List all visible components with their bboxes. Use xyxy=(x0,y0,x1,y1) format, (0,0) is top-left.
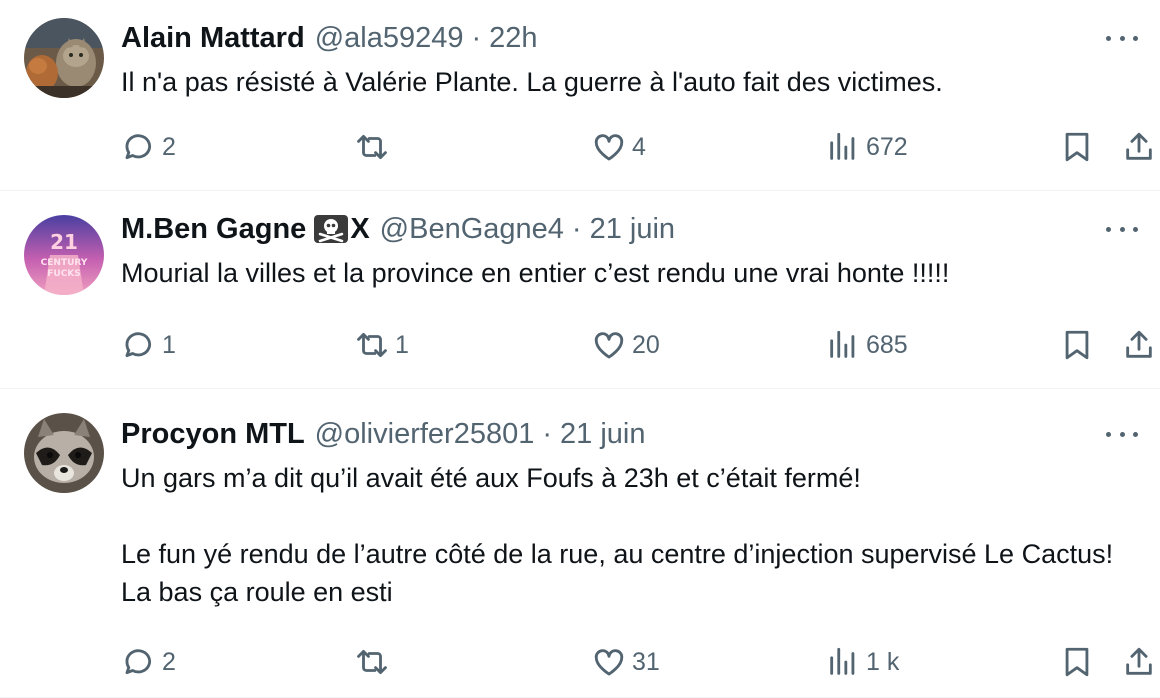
more-options-icon[interactable] xyxy=(1106,28,1138,48)
tweet[interactable]: Alain Mattard @ala59249 · 22h Il n'a pas… xyxy=(0,0,1160,191)
display-name[interactable]: Alain Mattard xyxy=(121,22,305,55)
tweet[interactable]: Procyon MTL @olivierfer25801 · 21 juin U… xyxy=(0,389,1160,698)
share-icon xyxy=(1126,647,1152,675)
svg-text:FUCKS: FUCKS xyxy=(47,269,81,279)
display-name[interactable]: M.Ben Gagne xyxy=(121,213,306,246)
avatar[interactable] xyxy=(24,413,104,493)
views-button[interactable]: 1 k xyxy=(826,642,899,682)
retweet-count: 1 xyxy=(395,330,409,359)
action-bar: 2 31 1 k xyxy=(0,642,1160,682)
reply-icon xyxy=(125,649,152,675)
retweet-icon xyxy=(357,649,387,675)
timestamp[interactable]: 21 juin xyxy=(560,418,645,451)
retweet-icon xyxy=(357,134,387,160)
like-button[interactable]: 31 xyxy=(592,642,660,682)
tweet[interactable]: 21 CENTURY FUCKS M.Ben Gagne X @BenGagne… xyxy=(0,191,1160,389)
views-button[interactable]: 672 xyxy=(826,127,908,167)
user-handle[interactable]: @BenGagne4 xyxy=(380,213,564,246)
share-button[interactable] xyxy=(1122,127,1156,167)
like-button[interactable]: 4 xyxy=(592,127,646,167)
more-options-icon[interactable] xyxy=(1106,424,1138,444)
tweet-header: Alain Mattard @ala59249 · 22h xyxy=(121,20,538,56)
bookmark-button[interactable] xyxy=(1060,325,1094,365)
tweet-text: Il n'a pas résisté à Valérie Plante. La … xyxy=(121,67,943,97)
tweet-header: Procyon MTL @olivierfer25801 · 21 juin xyxy=(121,416,645,452)
share-button[interactable] xyxy=(1122,325,1156,365)
separator: · xyxy=(471,21,482,54)
retweet-icon xyxy=(357,332,387,358)
separator: · xyxy=(571,212,582,245)
separator: · xyxy=(542,417,553,450)
like-count: 20 xyxy=(632,330,660,359)
avatar[interactable]: 21 CENTURY FUCKS xyxy=(24,215,104,295)
bookmark-icon xyxy=(1065,647,1089,677)
reply-icon xyxy=(125,332,152,358)
svg-text:CENTURY: CENTURY xyxy=(41,258,88,268)
views-chart-icon xyxy=(830,647,855,675)
timestamp[interactable]: 21 juin xyxy=(590,213,675,246)
bookmark-icon xyxy=(1065,330,1089,360)
reply-button[interactable]: 2 xyxy=(122,127,176,167)
timestamp[interactable]: 22h xyxy=(489,22,537,55)
heart-icon xyxy=(594,332,624,359)
view-count: 672 xyxy=(866,132,908,161)
like-count: 4 xyxy=(632,132,646,161)
view-count: 685 xyxy=(866,330,908,359)
bookmark-icon xyxy=(1065,132,1089,162)
reply-button[interactable]: 2 xyxy=(122,642,176,682)
action-bar: 2 4 672 xyxy=(0,127,1160,167)
display-name[interactable]: Procyon MTL xyxy=(121,418,305,451)
user-handle[interactable]: @olivierfer25801 xyxy=(315,418,535,451)
heart-icon xyxy=(594,134,624,161)
tweet-text: Mourial la villes et la province en enti… xyxy=(121,258,950,288)
avatar[interactable] xyxy=(24,18,104,98)
share-button[interactable] xyxy=(1122,642,1156,682)
like-button[interactable]: 20 xyxy=(592,325,660,365)
more-options-icon[interactable] xyxy=(1106,219,1138,239)
reply-count: 2 xyxy=(162,647,176,676)
user-handle[interactable]: @ala59249 xyxy=(315,22,464,55)
share-icon xyxy=(1126,330,1152,358)
view-count: 1 k xyxy=(866,647,900,676)
reply-count: 2 xyxy=(162,132,176,161)
name-suffix: X xyxy=(350,212,370,245)
heart-icon xyxy=(594,649,624,676)
action-bar: 1 1 20 685 xyxy=(0,325,1160,365)
views-chart-icon xyxy=(830,330,855,358)
retweet-button[interactable] xyxy=(355,127,395,167)
share-icon xyxy=(1126,132,1152,160)
tweet-header: M.Ben Gagne X @BenGagne4 · 21 juin xyxy=(121,211,675,247)
svg-text:21: 21 xyxy=(50,230,78,254)
reply-count: 1 xyxy=(162,330,176,359)
tweet-text: Un gars m’a dit qu’il avait été aux Fouf… xyxy=(121,463,1114,607)
bookmark-button[interactable] xyxy=(1060,642,1094,682)
views-button[interactable]: 685 xyxy=(826,325,908,365)
views-chart-icon xyxy=(830,132,855,160)
retweet-button[interactable]: 1 xyxy=(355,325,409,365)
retweet-button[interactable] xyxy=(355,642,395,682)
bookmark-button[interactable] xyxy=(1060,127,1094,167)
skull-and-crossbones-icon xyxy=(314,215,349,243)
like-count: 31 xyxy=(632,647,660,676)
reply-button[interactable]: 1 xyxy=(122,325,176,365)
reply-icon xyxy=(125,134,152,160)
